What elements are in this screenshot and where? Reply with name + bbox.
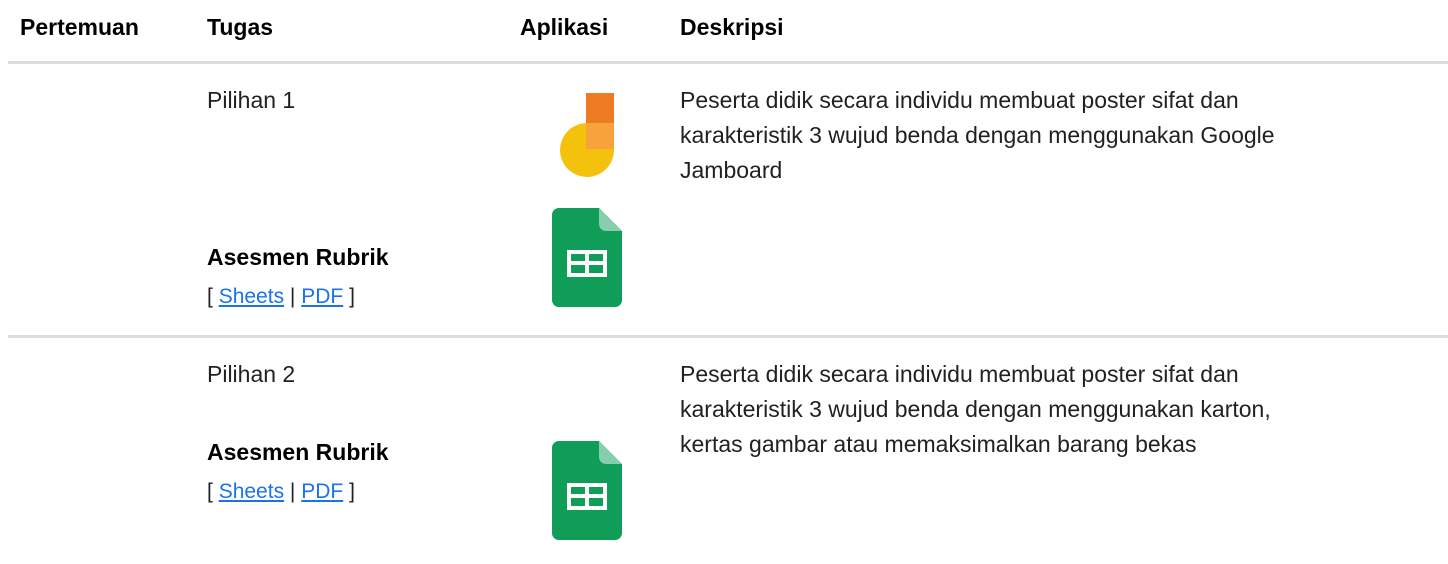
bracket-open: [: [207, 285, 213, 308]
row-divider: [8, 335, 1448, 338]
description-line: karakteristik 3 wujud benda dengan mengg…: [680, 122, 1275, 148]
description-line: Jamboard: [680, 157, 783, 183]
bracket-close: ]: [349, 285, 355, 308]
task-name: Pilihan 2: [207, 361, 296, 387]
jamboard-icon: [556, 93, 616, 190]
header-tugas: Tugas: [207, 14, 274, 40]
task-description: Peserta didik secara individu membuat po…: [680, 357, 1271, 462]
assessment-label: Asesmen Rubrik: [207, 439, 389, 465]
header-deskripsi: Deskripsi: [680, 14, 784, 40]
pdf-link[interactable]: PDF: [301, 285, 343, 308]
bracket-open: [: [207, 480, 213, 503]
task-name: Pilihan 1: [207, 87, 296, 113]
assessment-links: [ Sheets | PDF ]: [207, 285, 355, 309]
assessment-label: Asesmen Rubrik: [207, 244, 389, 270]
link-separator: |: [289, 480, 296, 503]
description-line: Peserta didik secara individu membuat po…: [680, 361, 1239, 387]
header-aplikasi: Aplikasi: [520, 14, 609, 40]
google-sheets-icon: [552, 208, 622, 312]
assessment-links: [ Sheets | PDF ]: [207, 480, 355, 504]
link-separator: |: [289, 285, 296, 308]
bracket-close: ]: [349, 480, 355, 503]
google-sheets-icon: [552, 441, 622, 545]
sheets-link[interactable]: Sheets: [219, 480, 284, 503]
description-line: kertas gambar atau memaksimalkan barang …: [680, 431, 1197, 457]
header-pertemuan: Pertemuan: [20, 14, 139, 40]
sheets-link[interactable]: Sheets: [219, 285, 284, 308]
pdf-link[interactable]: PDF: [301, 480, 343, 503]
header-divider: [8, 61, 1448, 64]
description-line: Peserta didik secara individu membuat po…: [680, 87, 1239, 113]
task-description: Peserta didik secara individu membuat po…: [680, 83, 1275, 188]
description-line: karakteristik 3 wujud benda dengan mengg…: [680, 396, 1271, 422]
